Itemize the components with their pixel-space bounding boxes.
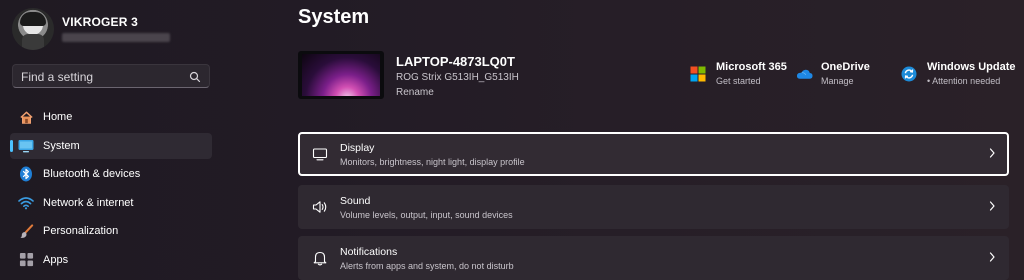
- bell-icon: [313, 251, 327, 266]
- quick-link-onedrive[interactable]: OneDrive Manage: [796, 60, 870, 90]
- quick-link-microsoft-365[interactable]: Microsoft 365 Get started: [690, 60, 787, 90]
- wifi-icon: [18, 195, 34, 211]
- sidebar-item-network[interactable]: Network & internet: [10, 190, 212, 216]
- quick-link-status: Attention needed: [932, 76, 1001, 86]
- chevron-right-icon: [989, 252, 995, 262]
- card-subtitle: Alerts from apps and system, do not dist…: [340, 261, 514, 271]
- quick-link-title: OneDrive: [821, 61, 870, 73]
- settings-card-notifications[interactable]: Notifications Alerts from apps and syste…: [298, 236, 1009, 280]
- sidebar-item-label: Apps: [43, 253, 69, 266]
- sidebar-item-label: Network & internet: [43, 196, 134, 209]
- windows-update-icon: [901, 66, 917, 82]
- home-icon: [18, 109, 34, 125]
- speaker-icon: [312, 201, 327, 213]
- sidebar-item-system[interactable]: System: [10, 132, 212, 159]
- quick-link-title: Microsoft 365: [716, 61, 787, 73]
- sidebar-item-apps[interactable]: Apps: [10, 247, 212, 273]
- quick-link-title: Windows Update: [927, 61, 1016, 73]
- sidebar-item-home[interactable]: Home: [10, 104, 212, 130]
- device-model: ROG Strix G513IH_G513IH: [396, 72, 519, 83]
- card-title: Display: [340, 142, 375, 154]
- quick-link-subtitle: • Attention needed: [927, 74, 1016, 88]
- search-box[interactable]: [12, 64, 210, 88]
- device-thumbnail: [298, 51, 384, 99]
- sidebar-item-personalization[interactable]: Personalization: [10, 218, 212, 244]
- sidebar-nav: Home System Bluetooth & devices Network …: [10, 104, 212, 276]
- search-icon[interactable]: [189, 71, 201, 83]
- onedrive-cloud-icon: [796, 69, 813, 79]
- chevron-right-icon: [989, 201, 995, 211]
- sidebar-item-label: Personalization: [43, 225, 119, 238]
- card-title: Notifications: [340, 246, 398, 258]
- avatar[interactable]: [12, 8, 54, 50]
- card-subtitle: Volume levels, output, input, sound devi…: [340, 210, 513, 220]
- wallpaper-preview: [302, 54, 380, 96]
- user-email-redacted: [62, 33, 170, 42]
- settings-card-sound[interactable]: Sound Volume levels, output, input, soun…: [298, 185, 1009, 229]
- card-title: Sound: [340, 195, 371, 207]
- sidebar-item-label: System: [43, 139, 80, 152]
- bluetooth-icon: [18, 166, 34, 182]
- user-name: VIKROGER 3: [62, 15, 139, 29]
- microsoft-logo-icon: [690, 66, 706, 82]
- quick-link-subtitle: Manage: [821, 76, 854, 86]
- rename-link[interactable]: Rename: [396, 87, 434, 98]
- quick-link-subtitle: Get started: [716, 76, 761, 86]
- page-title: System: [298, 6, 370, 28]
- display-icon: [312, 148, 328, 161]
- sidebar-item-label: Bluetooth & devices: [43, 168, 141, 181]
- system-icon: [18, 138, 34, 154]
- sidebar-item-bluetooth[interactable]: Bluetooth & devices: [10, 161, 212, 187]
- sidebar-item-label: Home: [43, 111, 73, 123]
- search-input[interactable]: [19, 68, 183, 86]
- user-profile[interactable]: VIKROGER 3: [12, 8, 232, 50]
- card-subtitle: Monitors, brightness, night light, displ…: [340, 157, 525, 167]
- device-name: LAPTOP-4873LQ0T: [396, 54, 515, 69]
- apps-icon: [18, 252, 34, 268]
- quick-link-windows-update[interactable]: Windows Update • Attention needed: [901, 60, 1016, 90]
- paintbrush-icon: [18, 223, 34, 239]
- chevron-right-icon: [989, 148, 995, 158]
- settings-card-display[interactable]: Display Monitors, brightness, night ligh…: [298, 132, 1009, 176]
